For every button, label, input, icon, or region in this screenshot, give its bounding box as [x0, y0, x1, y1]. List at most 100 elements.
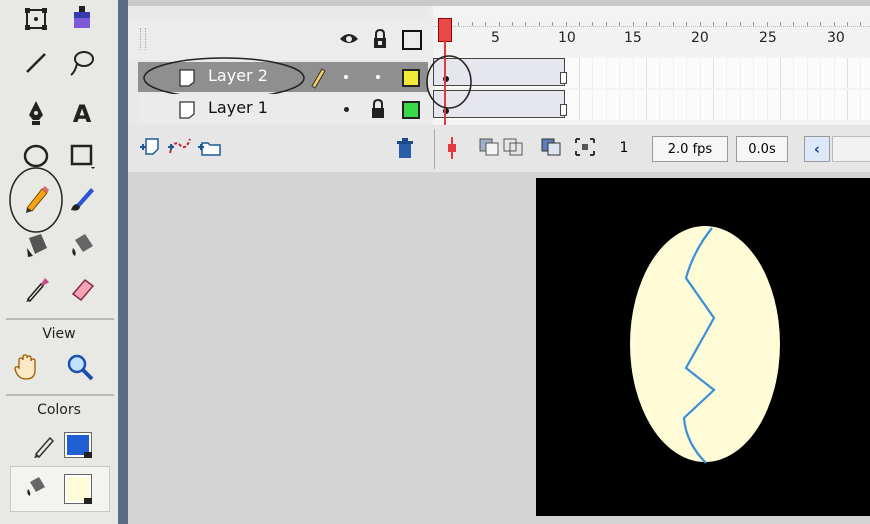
ruler-ticks	[433, 16, 870, 27]
ruler-tick	[806, 22, 808, 26]
timeline-panel: Layer 2 Layer 1 1	[128, 0, 870, 172]
frame-highlight-circle-icon	[426, 55, 472, 109]
center-frame-icon[interactable]	[444, 135, 460, 161]
frame-ruler: 1 5 10 15 20 25 30	[433, 16, 870, 56]
insert-layer-icon[interactable]	[138, 135, 162, 159]
paint-bucket-tool[interactable]	[64, 228, 100, 262]
lock-icon[interactable]	[371, 28, 389, 50]
view-section-label: View	[42, 326, 76, 342]
zoom-tool[interactable]	[62, 350, 98, 384]
trash-icon[interactable]	[394, 135, 416, 161]
frame-cell-divider	[659, 58, 661, 88]
free-transform-tool[interactable]	[18, 2, 54, 36]
paint-bucket-icon	[72, 234, 93, 256]
lasso-tool[interactable]	[64, 46, 100, 80]
stage-drawing	[630, 226, 780, 464]
layer-locked-icon[interactable]	[370, 98, 386, 120]
rectangle-tool[interactable]	[64, 138, 100, 172]
visibility-dot[interactable]	[344, 107, 349, 112]
layer-color-box[interactable]	[402, 101, 420, 119]
hand-icon	[14, 354, 36, 380]
frame-cell-divider	[793, 90, 795, 120]
ruler-tick	[592, 22, 594, 26]
lock-dot[interactable]	[376, 75, 380, 79]
layer-page-icon	[179, 101, 195, 119]
frame-cell-divider	[592, 90, 594, 120]
onion-skin-outlines-icon[interactable]	[502, 137, 528, 157]
scroll-left-button[interactable]: ‹	[804, 136, 830, 162]
ruler-number: 5	[491, 30, 500, 46]
fill-transform-icon	[74, 6, 90, 28]
frame-cell-divider	[672, 90, 674, 120]
line-tool[interactable]	[18, 46, 54, 80]
playhead-handle[interactable]	[438, 18, 452, 42]
free-transform-icon	[25, 8, 47, 30]
ruler-tick	[565, 22, 567, 26]
frame-cell-divider	[806, 58, 808, 88]
ruler-tick	[525, 22, 527, 26]
modify-onion-markers-icon[interactable]	[574, 137, 596, 157]
frame-cell-divider	[646, 58, 647, 88]
ruler-tick	[766, 22, 768, 26]
edit-multiple-frames-icon[interactable]	[540, 137, 566, 157]
frame-cell-divider	[780, 58, 781, 88]
toolbox-divider	[6, 394, 114, 396]
frame-cell-divider	[605, 58, 607, 88]
hand-tool[interactable]	[8, 350, 44, 384]
ruler-tick	[659, 22, 661, 26]
text-tool[interactable]: A	[64, 96, 100, 130]
frame-cell-divider	[739, 90, 741, 120]
onion-skin-icon[interactable]	[478, 137, 504, 157]
pen-tool[interactable]	[18, 96, 54, 130]
fill-dropdown-arrow-icon	[84, 498, 92, 504]
stroke-color-swatch[interactable]	[64, 432, 92, 458]
frame-cell-divider	[833, 58, 835, 88]
frame-cell-divider	[847, 58, 848, 88]
fill-color-swatch[interactable]	[64, 474, 92, 504]
frame-row-layer-2[interactable]	[433, 58, 870, 88]
eye-icon[interactable]	[338, 30, 360, 48]
ruler-number: 15	[624, 30, 642, 46]
pen-icon	[29, 101, 43, 125]
frame-cell-divider	[860, 90, 862, 120]
rectangle-icon	[70, 144, 95, 169]
ellipse-shape[interactable]	[630, 226, 780, 462]
ruler-tick	[579, 22, 580, 26]
panel-grip[interactable]	[140, 28, 146, 50]
ink-bottle-tool[interactable]	[18, 228, 54, 262]
horizontal-scrollbar[interactable]	[832, 136, 870, 162]
frame-cell-divider	[659, 90, 661, 120]
end-frame-marker	[560, 104, 567, 116]
ruler-tick	[552, 22, 554, 26]
pencil-edit-icon	[311, 68, 326, 89]
frame-cell-divider	[672, 58, 674, 88]
frame-cell-divider	[726, 58, 728, 88]
layer-color-box[interactable]	[402, 69, 420, 87]
add-motion-guide-icon[interactable]	[166, 135, 194, 159]
frame-cell-divider	[713, 58, 714, 88]
stage[interactable]	[536, 178, 870, 516]
brush-tool[interactable]	[64, 182, 100, 216]
eyedropper-tool[interactable]	[18, 272, 54, 306]
ruler-tick	[538, 22, 540, 26]
ruler-tick	[726, 22, 728, 26]
insert-folder-icon[interactable]	[196, 135, 224, 159]
ruler-tick	[619, 22, 621, 26]
ruler-tick	[605, 22, 607, 26]
fill-transform-tool[interactable]	[64, 2, 100, 36]
ruler-tick	[739, 22, 741, 26]
visibility-dot[interactable]	[344, 75, 348, 79]
toolbox-border	[118, 0, 128, 524]
eraser-tool[interactable]	[64, 272, 100, 306]
frame-cell-divider	[833, 90, 835, 120]
magnifier-icon	[67, 354, 94, 381]
frame-cell-divider	[605, 90, 607, 120]
ruler-number: 30	[827, 30, 845, 46]
frame-row-layer-1[interactable]	[433, 90, 870, 120]
ruler-tick	[646, 22, 647, 26]
layer-row[interactable]: Layer 1	[138, 94, 428, 124]
ruler-number: 10	[558, 30, 576, 46]
ruler-tick	[847, 22, 848, 26]
frame-cell-divider	[793, 58, 795, 88]
outline-toggle-icon[interactable]	[402, 30, 422, 50]
